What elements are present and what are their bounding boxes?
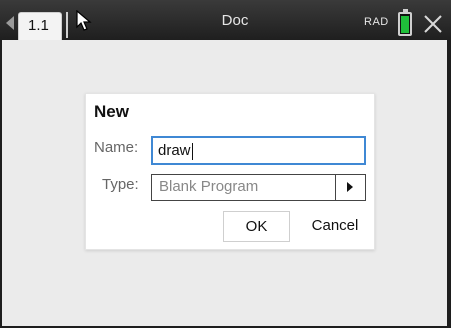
close-icon[interactable]	[422, 13, 444, 35]
document-title: Doc	[221, 12, 249, 29]
angle-mode-indicator: RAD	[364, 16, 389, 28]
battery-icon	[398, 9, 412, 36]
pointer-cursor-icon	[76, 10, 92, 31]
tab-page[interactable]: 1.1	[18, 12, 62, 40]
new-program-dialog: New Name: draw Type: Blank Program OK Ca…	[85, 93, 375, 250]
title-bar: 1.1 Doc RAD	[0, 0, 451, 40]
nav-left-arrow-icon[interactable]	[6, 16, 14, 30]
dialog-title: New	[94, 102, 129, 121]
name-label: Name:	[94, 139, 139, 156]
tab-label: 1.1	[28, 17, 49, 34]
triangle-right-icon	[347, 182, 353, 192]
type-label: Type:	[102, 176, 139, 193]
name-input[interactable]: draw	[151, 136, 366, 165]
type-select-value: Blank Program	[159, 178, 259, 195]
type-select[interactable]: Blank Program	[151, 174, 366, 201]
text-caret	[191, 142, 193, 160]
ok-button[interactable]: OK	[223, 211, 290, 242]
tab-divider	[66, 12, 68, 38]
cancel-button[interactable]: Cancel	[300, 211, 370, 242]
type-dropdown-button[interactable]	[335, 175, 365, 200]
name-input-value: draw	[158, 142, 191, 159]
app-window: 1.1 Doc RAD New Name: draw Type: Blank P…	[0, 0, 451, 328]
